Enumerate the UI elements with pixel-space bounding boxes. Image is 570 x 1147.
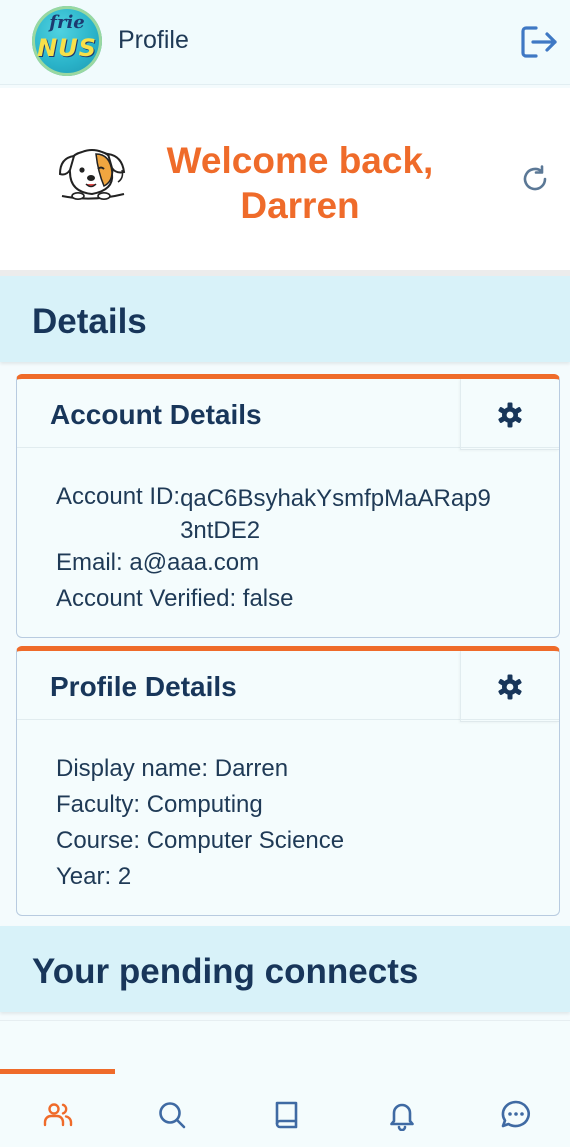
details-section-title: Details (32, 302, 147, 341)
profile-details-card: Profile Details Display name: Darren Fac… (16, 646, 560, 916)
bottom-navigation (0, 1020, 570, 1147)
logout-button[interactable] (516, 20, 560, 64)
nav-tab-chat[interactable] (496, 1095, 536, 1135)
frienus-logo[interactable]: frie NUS (32, 6, 102, 76)
account-id-value: qaC6BsyhakYsmfpMaARap93ntDE2 (180, 485, 491, 544)
app-header: frie NUS Profile (0, 0, 570, 85)
profile-card-title: Profile Details (50, 671, 237, 702)
account-email: Email: a@aaa.com (56, 549, 260, 576)
welcome-message: Welcome back, Darren (150, 138, 450, 228)
gear-icon (498, 402, 522, 428)
nav-tab-library[interactable] (266, 1095, 306, 1135)
search-icon (159, 1102, 186, 1129)
gear-icon (498, 674, 522, 700)
profile-faculty: Faculty: Computing (56, 791, 263, 818)
profile-year: Year: 2 (56, 863, 132, 890)
pending-connects-title: Your pending connects (32, 952, 419, 991)
account-details-card: Account Details Account ID: qaC6BsyhakYs… (16, 374, 560, 638)
account-card-title: Account Details (50, 399, 262, 430)
pending-connects-section-header: Your pending connects (0, 926, 570, 1012)
logo-bottom-text: NUS (37, 34, 97, 62)
nav-tab-connects[interactable] (38, 1095, 78, 1135)
account-settings-button[interactable] (460, 379, 559, 450)
welcome-card: Welcome back, Darren (0, 88, 570, 270)
details-section-header: Details (0, 276, 570, 362)
nav-tab-search[interactable] (152, 1095, 192, 1135)
people-icon (43, 1103, 73, 1127)
refresh-button[interactable] (520, 164, 550, 194)
chat-icon (501, 1100, 530, 1128)
welcome-user-name: Darren (240, 185, 360, 226)
refresh-icon (523, 165, 547, 191)
book-icon (275, 1101, 298, 1129)
account-id-label: Account ID: (56, 483, 181, 510)
profile-course: Course: Computer Science (56, 827, 345, 854)
logo-top-text: frie (49, 12, 85, 33)
welcome-line-1: Welcome back, (166, 140, 434, 181)
profile-settings-button[interactable] (460, 651, 559, 722)
dog-avatar-icon (58, 149, 126, 200)
account-verified-status: Account Verified: false (56, 585, 294, 612)
page-title: Profile (118, 26, 189, 54)
logout-icon (521, 26, 557, 58)
profile-display-name: Display name: Darren (56, 755, 289, 782)
bell-icon (390, 1103, 414, 1131)
active-tab-indicator (0, 1069, 115, 1074)
account-id-row: Account ID: qaC6BsyhakYsmfpMaARap93ntDE2 (56, 483, 500, 547)
nav-tab-notifications[interactable] (382, 1095, 422, 1135)
